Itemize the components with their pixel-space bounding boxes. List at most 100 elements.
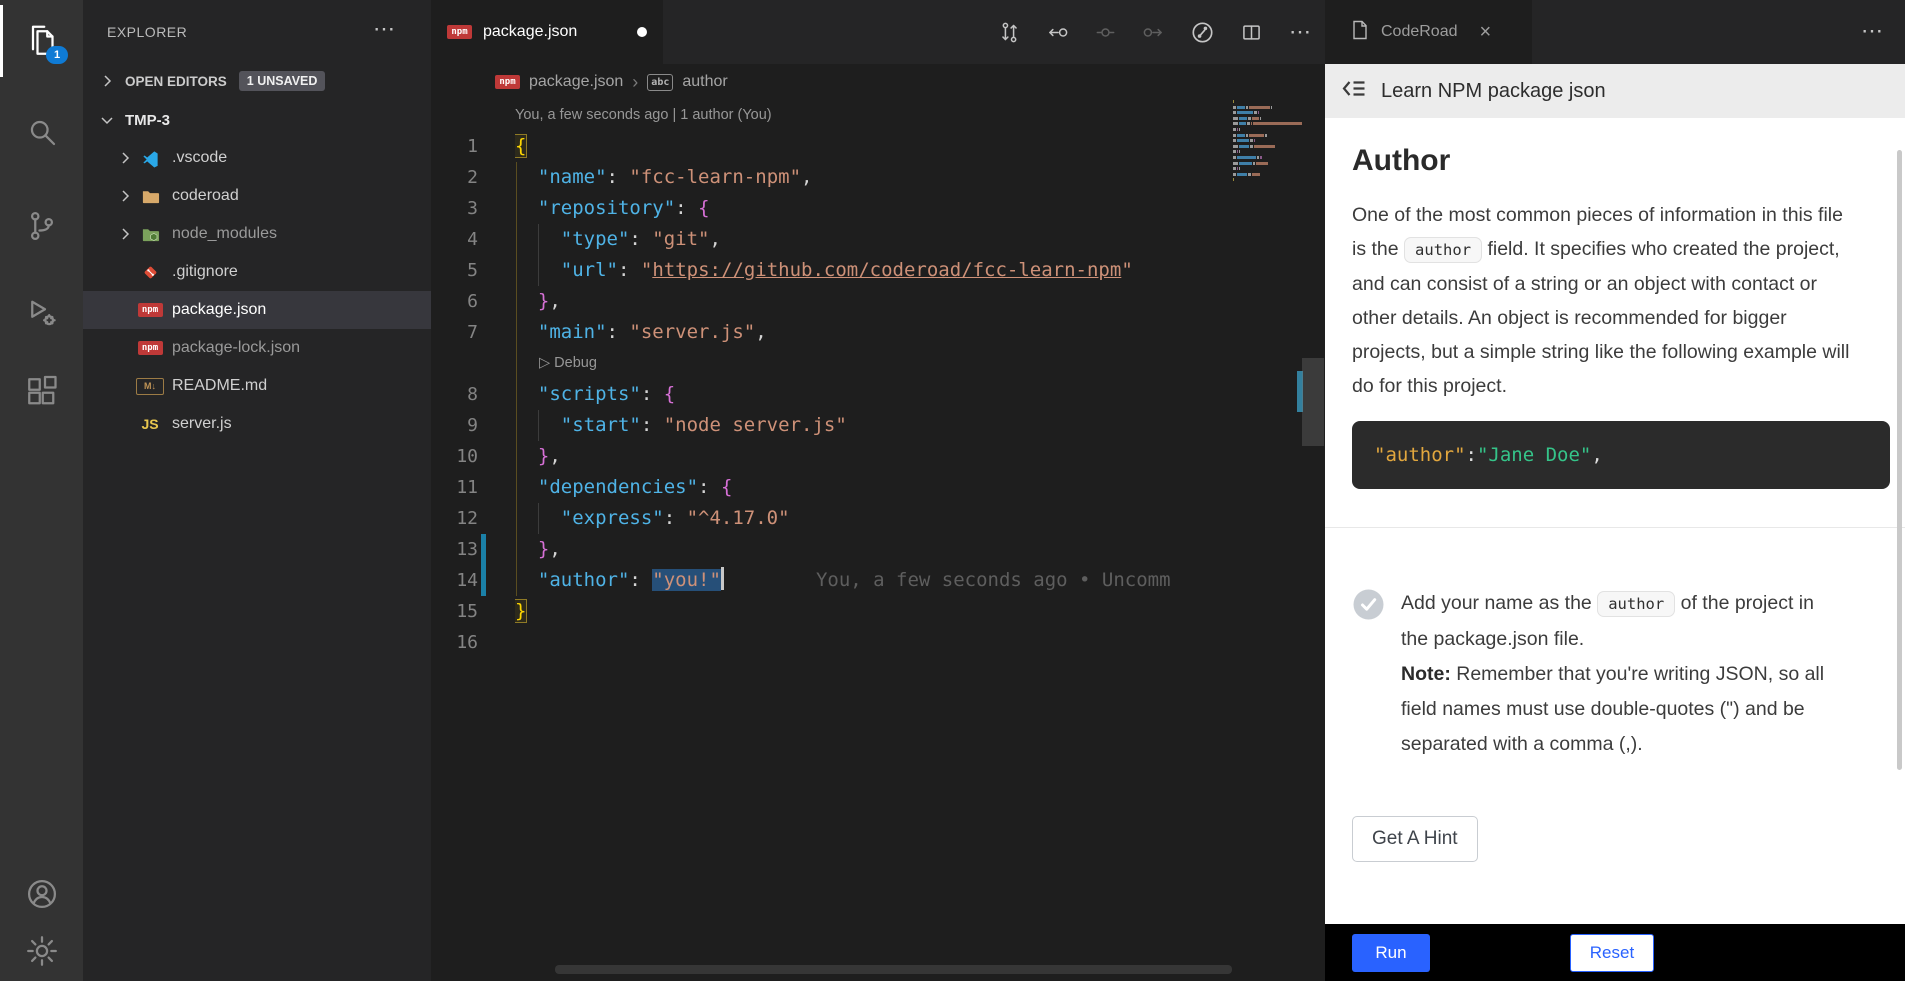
- code-line[interactable]: 1{: [431, 131, 1325, 162]
- search-icon[interactable]: [0, 96, 83, 168]
- code-line[interactable]: 8 "scripts": {: [431, 379, 1325, 410]
- vertical-scrollbar[interactable]: [1302, 358, 1324, 446]
- code-line[interactable]: 4 "type": "git",: [431, 224, 1325, 255]
- modified-dot-icon[interactable]: [637, 27, 647, 37]
- line-number: 8: [431, 379, 478, 410]
- file-row-node-modules[interactable]: node_modules: [83, 215, 431, 253]
- code-line[interactable]: 12 "express": "^4.17.0": [431, 503, 1325, 534]
- current-change-icon[interactable]: [1095, 22, 1116, 43]
- extensions-icon[interactable]: [0, 356, 83, 428]
- timeline-icon[interactable]: [1191, 21, 1214, 44]
- close-icon[interactable]: ×: [1480, 21, 1492, 44]
- code-line[interactable]: 15}: [431, 596, 1325, 627]
- folder-icon: [137, 187, 163, 206]
- code-token: "scripts": [538, 383, 641, 405]
- breadcrumb: npm package.json › abc author: [431, 64, 1325, 100]
- code-token: :: [675, 197, 698, 219]
- tutorial-header: Learn NPM package json: [1325, 64, 1905, 118]
- reset-button[interactable]: Reset: [1570, 934, 1654, 972]
- file-row--gitignore[interactable]: .gitignore: [83, 253, 431, 291]
- explorer-icon[interactable]: 1: [0, 5, 83, 77]
- compare-changes-icon[interactable]: [999, 22, 1020, 43]
- code-line[interactable]: 13 },: [431, 534, 1325, 565]
- code-token: :: [607, 321, 630, 343]
- code-line[interactable]: 3 "repository": {: [431, 193, 1325, 224]
- run-debug-icon[interactable]: [0, 277, 83, 349]
- file-row-package-lock-json[interactable]: npmpackage-lock.json: [83, 329, 431, 367]
- outline-toc-icon[interactable]: [1341, 78, 1367, 105]
- file-label: .gitignore: [172, 263, 238, 281]
- chevron-right-icon[interactable]: [113, 226, 137, 242]
- code-token: "name": [538, 166, 607, 188]
- panel-scrollbar[interactable]: [1897, 150, 1902, 770]
- codelens-row[interactable]: You, a few seconds ago | 1 author (You): [431, 100, 1325, 131]
- code-line[interactable]: 7 "main": "server.js",: [431, 317, 1325, 348]
- line-content: "name": "fcc-learn-npm",: [515, 162, 1325, 193]
- breadcrumb-symbol[interactable]: author: [682, 73, 727, 91]
- code-token: "url": [561, 259, 618, 281]
- code-token: [515, 445, 538, 467]
- horizontal-scrollbar[interactable]: [555, 965, 1232, 974]
- workspace-root-folder[interactable]: TMP-3: [83, 101, 431, 139]
- code-line[interactable]: 11 "dependencies": {: [431, 472, 1325, 503]
- code-token: "author": [1374, 444, 1466, 466]
- next-change-icon[interactable]: [1143, 22, 1164, 43]
- gutter: [478, 627, 515, 658]
- settings-icon[interactable]: [0, 915, 83, 981]
- line-content: },: [515, 534, 1325, 565]
- more-actions-icon[interactable]: ⋯: [1289, 19, 1311, 45]
- code-token: :: [1466, 444, 1477, 466]
- minimap[interactable]: [1233, 100, 1302, 190]
- breadcrumb-file[interactable]: package.json: [529, 73, 623, 91]
- code-line[interactable]: 5 "url": "https://github.com/coderoad/fc…: [431, 255, 1325, 286]
- panel-footer: Run Reset: [1325, 924, 1905, 981]
- code-editor[interactable]: You, a few seconds ago | 1 author (You)1…: [431, 100, 1325, 658]
- code-token: [515, 414, 561, 436]
- section-paragraph: One of the most common pieces of informa…: [1352, 198, 1862, 403]
- code-token: [515, 228, 561, 250]
- source-control-icon[interactable]: [0, 190, 83, 262]
- tab-package-json[interactable]: npm package.json: [431, 0, 663, 64]
- codelens-row[interactable]: ▷ Debug: [431, 348, 1325, 379]
- panel-more-actions-icon[interactable]: ⋯: [1861, 18, 1883, 44]
- line-number: 12: [431, 503, 478, 534]
- code-token: "start": [561, 414, 641, 436]
- get-hint-button[interactable]: Get A Hint: [1352, 816, 1478, 862]
- code-line[interactable]: 10 },: [431, 441, 1325, 472]
- minimap-line: [1233, 178, 1302, 181]
- file-row-server-js[interactable]: JSserver.js: [83, 405, 431, 443]
- explorer-more-actions-icon[interactable]: ⋯: [373, 16, 395, 42]
- code-token: "author": [538, 569, 630, 591]
- run-button[interactable]: Run: [1352, 934, 1430, 972]
- tab-coderoad[interactable]: CodeRoad ×: [1325, 0, 1532, 64]
- code-line[interactable]: 9 "start": "node server.js": [431, 410, 1325, 441]
- chevron-right-icon[interactable]: [113, 188, 137, 204]
- divider: [1325, 527, 1905, 528]
- code-token: {: [698, 197, 709, 219]
- code-token: ,: [549, 445, 560, 467]
- code-token: :: [629, 228, 652, 250]
- gutter: [478, 503, 515, 534]
- gutter: [478, 255, 515, 286]
- file-row-package-json[interactable]: npmpackage.json: [83, 291, 431, 329]
- gutter: [478, 348, 515, 379]
- code-line[interactable]: 14 "author": "you!"You, a few seconds ag…: [431, 565, 1325, 596]
- file-row-coderoad[interactable]: coderoad: [83, 177, 431, 215]
- open-editors-section[interactable]: OPEN EDITORS 1 UNSAVED: [83, 62, 431, 100]
- code-line[interactable]: 6 },: [431, 286, 1325, 317]
- minimap-line: [1233, 100, 1302, 103]
- code-token: }: [538, 538, 549, 560]
- code-line[interactable]: 2 "name": "fcc-learn-npm",: [431, 162, 1325, 193]
- file-row-readme-md[interactable]: M↓README.md: [83, 367, 431, 405]
- chevron-right-icon[interactable]: [113, 150, 137, 166]
- open-editors-label: OPEN EDITORS: [125, 74, 227, 89]
- coderoad-tab-label: CodeRoad: [1381, 23, 1458, 41]
- file-row--vscode[interactable]: .vscode: [83, 139, 431, 177]
- split-editor-icon[interactable]: [1241, 22, 1262, 43]
- code-line[interactable]: 16: [431, 627, 1325, 658]
- code-token: "repository": [538, 197, 675, 219]
- minimap-line: [1233, 106, 1302, 109]
- line-content: "start": "node server.js": [515, 410, 1325, 441]
- chevron-right-icon: [95, 73, 119, 89]
- previous-change-icon[interactable]: [1047, 22, 1068, 43]
